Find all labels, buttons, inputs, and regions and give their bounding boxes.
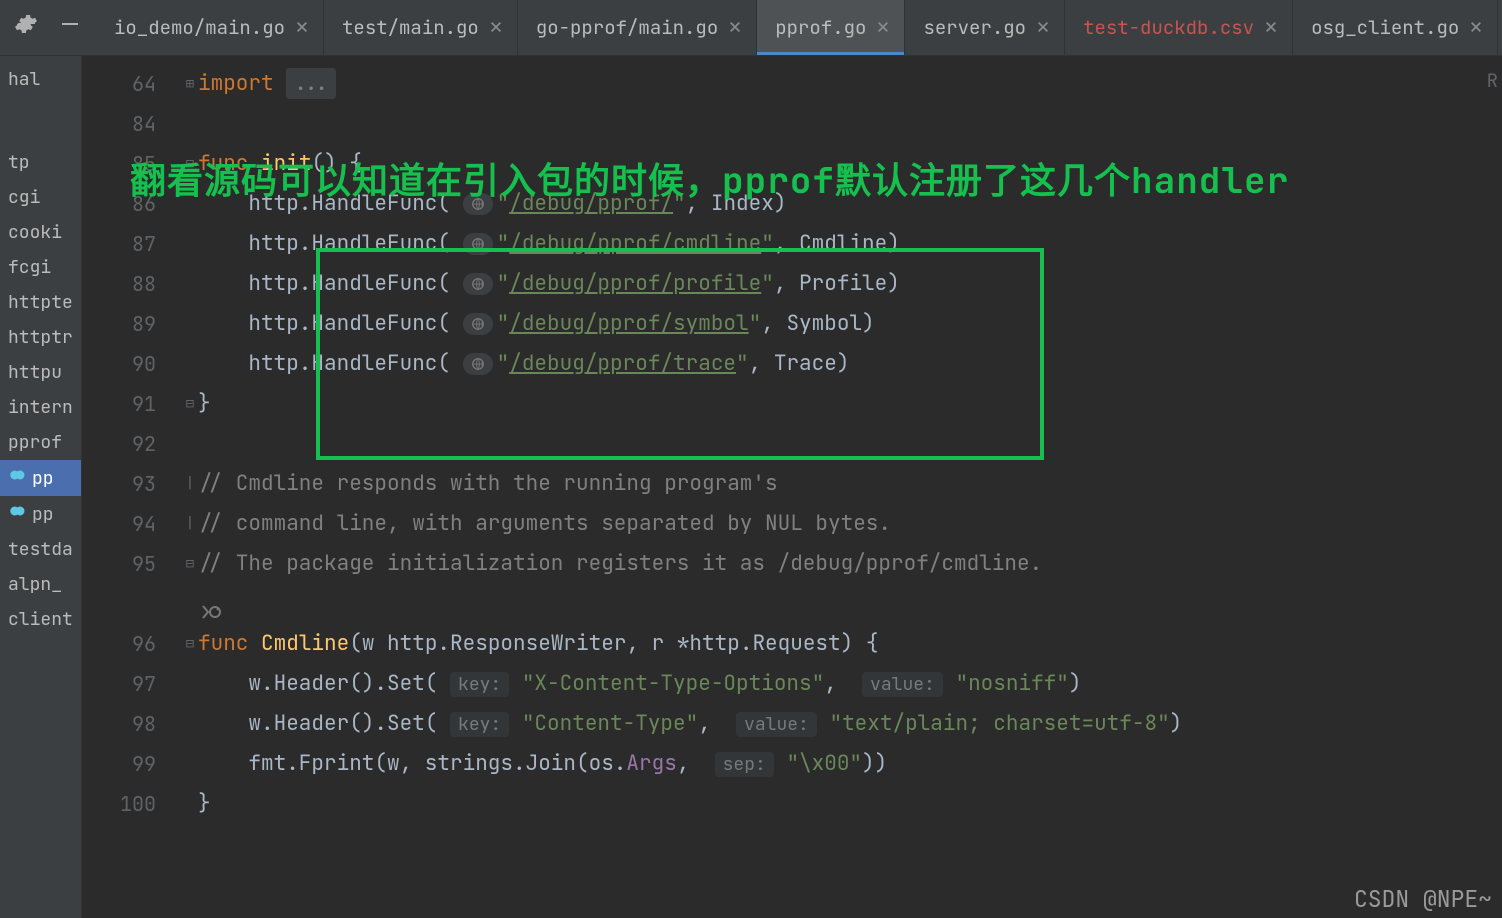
tab-label: pprof.go [775, 15, 866, 40]
sidebar-item[interactable]: hal [0, 62, 81, 97]
tab-label: test-duckdb.csv [1083, 15, 1254, 40]
sidebar-item[interactable]: tp [0, 145, 81, 180]
gear-icon[interactable] [14, 12, 38, 43]
code-line[interactable]: http.HandleFunc( "/debug/pprof/cmdline",… [198, 224, 1502, 264]
code-line[interactable]: func Cmdline(w http.ResponseWriter, r *h… [198, 624, 1502, 664]
close-icon[interactable] [295, 15, 309, 40]
annotation-overlay: 翻看源码可以知道在引入包的时候，pprof默认注册了这几个handler [130, 152, 1289, 204]
tab-label: test/main.go [342, 15, 479, 40]
editor-tabs: io_demo/main.go test/main.go go-pprof/main… [96, 0, 1498, 55]
editor-tab[interactable]: test/main.go [324, 0, 518, 55]
editor-tab[interactable]: test-duckdb.csv [1065, 0, 1293, 55]
editor-tab[interactable]: osg_client.go [1293, 0, 1498, 55]
url-inlay-icon[interactable] [463, 233, 493, 255]
code-line[interactable]: } [198, 384, 1502, 424]
sidebar-item[interactable]: pprof [0, 425, 81, 460]
sidebar-item-label: httpu [8, 361, 62, 384]
sidebar-item[interactable]: alpn_ [0, 567, 81, 602]
code-line[interactable]: // Cmdline responds with the running pro… [198, 464, 1502, 504]
tab-label: go-pprof/main.go [536, 15, 718, 40]
sidebar-item[interactable] [0, 133, 81, 145]
sidebar-item[interactable]: client [0, 602, 81, 637]
go-file-icon [8, 502, 26, 526]
sidebar-item-label: alpn_ [8, 573, 62, 596]
sidebar-item[interactable]: cooki [0, 215, 81, 250]
url-inlay-icon[interactable] [463, 313, 493, 335]
code-line[interactable] [198, 424, 1502, 464]
code-line[interactable]: fmt.Fprint(w, strings.Join(os.Args, sep:… [198, 744, 1502, 784]
sidebar-item-label: intern [8, 396, 73, 419]
project-sidebar: hal tp cgi cooki fcgi httpte httptr httpu intern… [0, 56, 82, 918]
toolbar-icons [0, 12, 96, 43]
sidebar-item[interactable]: intern [0, 390, 81, 425]
sidebar-item[interactable]: httpte [0, 285, 81, 320]
tab-label: io_demo/main.go [114, 15, 285, 40]
sidebar-item[interactable]: testda [0, 532, 81, 567]
sidebar-item[interactable]: fcgi [0, 250, 81, 285]
sidebar-item-label: tp [8, 151, 30, 174]
close-icon[interactable] [489, 15, 503, 40]
code-line[interactable]: http.HandleFunc( "/debug/pprof/profile",… [198, 264, 1502, 304]
sidebar-item[interactable] [0, 109, 81, 121]
code-line[interactable]: // command line, with arguments separate… [198, 504, 1502, 544]
tab-bar: io_demo/main.go test/main.go go-pprof/main… [0, 0, 1502, 56]
sidebar-item-label: fcgi [8, 256, 51, 279]
sidebar-item-label: httpte [8, 291, 73, 314]
sidebar-item[interactable]: httpu [0, 355, 81, 390]
sidebar-item-label: httptr [8, 326, 73, 349]
close-icon[interactable] [728, 15, 742, 40]
code-editor[interactable]: 翻看源码可以知道在引入包的时候，pprof默认注册了这几个handler R C… [82, 56, 1502, 918]
close-icon[interactable] [1036, 15, 1050, 40]
editor-tab[interactable]: go-pprof/main.go [518, 0, 757, 55]
sidebar-item-label: pprof [8, 431, 62, 454]
sidebar-item[interactable] [0, 121, 81, 133]
sidebar-item-label: client [8, 608, 73, 631]
code-line[interactable]: import ... [198, 64, 1502, 104]
sidebar-item[interactable] [0, 97, 81, 109]
sidebar-item-label: pp [32, 503, 54, 526]
code-line[interactable]: http.HandleFunc( "/debug/pprof/symbol", … [198, 304, 1502, 344]
code-author-icon[interactable] [198, 595, 224, 613]
go-file-icon [8, 466, 26, 490]
code-line[interactable]: w.Header().Set( key: "Content-Type", val… [198, 704, 1502, 744]
sidebar-item-label: pp [32, 467, 54, 490]
sidebar-item[interactable]: pp [0, 496, 81, 532]
sidebar-item-label: cgi [8, 186, 40, 209]
tab-label: osg_client.go [1311, 15, 1459, 40]
sidebar-item[interactable]: pp [0, 460, 81, 496]
code-line[interactable]: w.Header().Set( key: "X-Content-Type-Opt… [198, 664, 1502, 704]
editor-tab[interactable]: server.go [905, 0, 1065, 55]
editor-tab[interactable]: io_demo/main.go [96, 0, 324, 55]
code-line[interactable] [198, 104, 1502, 144]
url-inlay-icon[interactable] [463, 273, 493, 295]
close-icon[interactable] [876, 15, 890, 40]
editor-tab[interactable]: pprof.go [757, 0, 905, 55]
minimize-icon[interactable] [58, 12, 82, 43]
sidebar-item-label: cooki [8, 221, 62, 244]
code-line[interactable]: // The package initialization registers … [198, 544, 1502, 584]
sidebar-item[interactable]: httptr [0, 320, 81, 355]
code-line[interactable] [198, 584, 1502, 624]
code-line[interactable]: } [198, 784, 1502, 824]
url-inlay-icon[interactable] [463, 353, 493, 375]
close-icon[interactable] [1469, 15, 1483, 40]
sidebar-item-label: testda [8, 538, 73, 561]
tab-label: server.go [923, 15, 1026, 40]
code-line[interactable]: http.HandleFunc( "/debug/pprof/trace", T… [198, 344, 1502, 384]
sidebar-item[interactable]: cgi [0, 180, 81, 215]
close-icon[interactable] [1264, 15, 1278, 40]
sidebar-item-label: hal [8, 68, 40, 91]
